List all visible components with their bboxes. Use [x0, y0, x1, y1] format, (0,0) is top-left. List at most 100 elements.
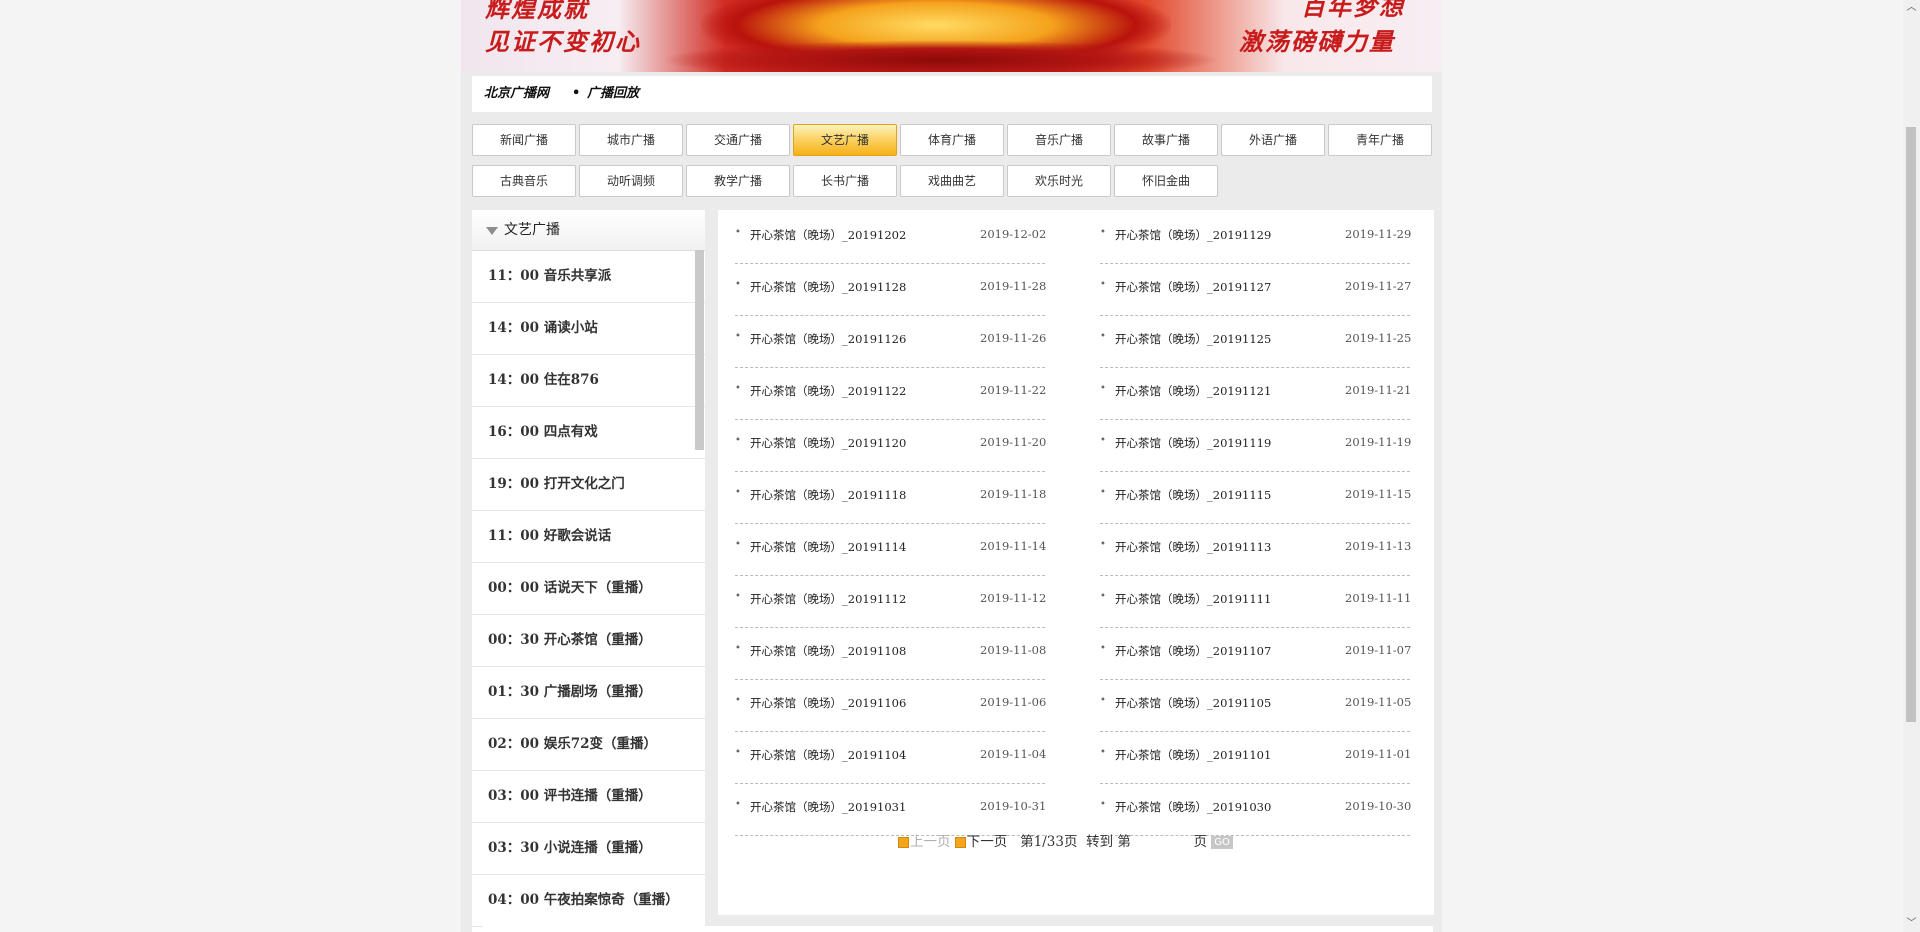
- tab-8[interactable]: 外语广播: [1221, 124, 1325, 156]
- recording-item[interactable]: • 开心茶馆（晚场）_20191202 2019-12-02: [735, 212, 1055, 264]
- breadcrumb: 北京广播网 • 广播回放: [472, 76, 1432, 112]
- scroll-up-icon[interactable]: ︿: [1906, 2, 1917, 14]
- tab-10[interactable]: 古典音乐: [472, 165, 576, 197]
- go-button[interactable]: GO: [1211, 836, 1233, 849]
- schedule-item[interactable]: 16：00 四点有戏: [472, 407, 705, 459]
- schedule-item[interactable]: 11：00 好歌会说话: [472, 511, 705, 563]
- tab-5[interactable]: 体育广播: [900, 124, 1004, 156]
- recording-item[interactable]: • 开心茶馆（晚场）_20191129 2019-11-29: [1100, 212, 1420, 264]
- page-scrollbar[interactable]: ︿ ﹀: [1903, 0, 1920, 932]
- recording-title[interactable]: 开心茶馆（晚场）_20191118: [750, 487, 906, 503]
- schedule-item[interactable]: 03：00 评书连播（重播）: [472, 771, 705, 823]
- schedule-item[interactable]: 04：00 午夜拍案惊奇（重播）: [472, 875, 705, 927]
- schedule-header[interactable]: 文艺广播: [472, 210, 705, 251]
- recording-title[interactable]: 开心茶馆（晚场）_20191108: [750, 643, 906, 659]
- schedule-item[interactable]: 00：00 话说天下（重播）: [472, 563, 705, 615]
- tab-13[interactable]: 长书广播: [793, 165, 897, 197]
- bullet-icon: •: [1100, 695, 1106, 706]
- recording-item[interactable]: • 开心茶馆（晚场）_20191106 2019-11-06: [735, 680, 1055, 732]
- recording-item[interactable]: • 开心茶馆（晚场）_20191112 2019-11-12: [735, 576, 1055, 628]
- recording-title[interactable]: 开心茶馆（晚场）_20191122: [750, 383, 906, 399]
- recording-title[interactable]: 开心茶馆（晚场）_20191112: [750, 591, 906, 607]
- recording-item[interactable]: • 开心茶馆（晚场）_20191114 2019-11-14: [735, 524, 1055, 576]
- tab-12[interactable]: 教学广播: [686, 165, 790, 197]
- schedule-item[interactable]: 14：00 诵读小站: [472, 303, 705, 355]
- prev-page-link[interactable]: 上一页: [910, 834, 951, 850]
- recording-item[interactable]: • 开心茶馆（晚场）_20191122 2019-11-22: [735, 368, 1055, 420]
- next-page-link[interactable]: 下一页: [967, 834, 1008, 850]
- recording-title[interactable]: 开心茶馆（晚场）_20191107: [1115, 643, 1271, 659]
- pagination: 上一页 下一页 第1/33页 转到 第 页 GO: [898, 830, 1233, 851]
- tab-4[interactable]: 文艺广播: [793, 124, 897, 156]
- bullet-icon: •: [735, 383, 741, 394]
- tab-3[interactable]: 交通广播: [686, 124, 790, 156]
- tab-6[interactable]: 音乐广播: [1007, 124, 1111, 156]
- recording-title[interactable]: 开心茶馆（晚场）_20191128: [750, 279, 906, 295]
- schedule-item[interactable]: 00：30 开心茶馆（重播）: [472, 615, 705, 667]
- recording-item[interactable]: • 开心茶馆（晚场）_20191118 2019-11-18: [735, 472, 1055, 524]
- recording-title[interactable]: 开心茶馆（晚场）_20191106: [750, 695, 906, 711]
- recording-item[interactable]: • 开心茶馆（晚场）_20191126 2019-11-26: [735, 316, 1055, 368]
- recording-title[interactable]: 开心茶馆（晚场）_20191202: [750, 227, 906, 243]
- recording-date: 2019-11-15: [1345, 487, 1412, 501]
- tab-1[interactable]: 新闻广播: [472, 124, 576, 156]
- recording-title[interactable]: 开心茶馆（晚场）_20191125: [1115, 331, 1271, 347]
- recording-item[interactable]: • 开心茶馆（晚场）_20191128 2019-11-28: [735, 264, 1055, 316]
- recording-title[interactable]: 开心茶馆（晚场）_20191120: [750, 435, 906, 451]
- page-number-input[interactable]: [1135, 834, 1190, 851]
- banner-slogan-right-2: 激荡磅礴力量: [1239, 27, 1395, 56]
- recording-item[interactable]: • 开心茶馆（晚场）_20191115 2019-11-15: [1100, 472, 1420, 524]
- goto-label: 转到 第: [1086, 834, 1131, 850]
- recording-item[interactable]: • 开心茶馆（晚场）_20191119 2019-11-19: [1100, 420, 1420, 472]
- recording-date: 2019-11-20: [980, 435, 1047, 449]
- recording-item[interactable]: • 开心茶馆（晚场）_20191107 2019-11-07: [1100, 628, 1420, 680]
- recording-title[interactable]: 开心茶馆（晚场）_20191114: [750, 539, 906, 555]
- breadcrumb-home-link[interactable]: 北京广播网: [484, 76, 549, 112]
- recording-item[interactable]: • 开心茶馆（晚场）_20191121 2019-11-21: [1100, 368, 1420, 420]
- recording-item[interactable]: • 开心茶馆（晚场）_20191120 2019-11-20: [735, 420, 1055, 472]
- scroll-down-icon[interactable]: ﹀: [1906, 918, 1917, 930]
- collapse-triangle-icon: [486, 227, 498, 235]
- banner-slogan-left-1: 辉煌成就: [485, 0, 589, 23]
- tab-16[interactable]: 怀旧金曲: [1114, 165, 1218, 197]
- recording-title[interactable]: 开心茶馆（晚场）_20191113: [1115, 539, 1271, 555]
- recording-title[interactable]: 开心茶馆（晚场）_20191105: [1115, 695, 1271, 711]
- schedule-item[interactable]: 03：30 小说连播（重播）: [472, 823, 705, 875]
- tab-7[interactable]: 故事广播: [1114, 124, 1218, 156]
- recording-title[interactable]: 开心茶馆（晚场）_20191104: [750, 747, 906, 763]
- recording-title[interactable]: 开心茶馆（晚场）_20191115: [1115, 487, 1271, 503]
- recording-title[interactable]: 开心茶馆（晚场）_20191121: [1115, 383, 1271, 399]
- recording-title[interactable]: 开心茶馆（晚场）_20191119: [1115, 435, 1271, 451]
- bullet-icon: •: [1100, 539, 1106, 550]
- recording-item[interactable]: • 开心茶馆（晚场）_20191101 2019-11-01: [1100, 732, 1420, 784]
- recording-item[interactable]: • 开心茶馆（晚场）_20191125 2019-11-25: [1100, 316, 1420, 368]
- schedule-item[interactable]: 02：00 娱乐72变（重播）: [472, 719, 705, 771]
- schedule-item[interactable]: 11：00 音乐共享派: [472, 251, 705, 303]
- recording-item[interactable]: • 开心茶馆（晚场）_20191108 2019-11-08: [735, 628, 1055, 680]
- tab-11[interactable]: 动听调频: [579, 165, 683, 197]
- recording-item[interactable]: • 开心茶馆（晚场）_20191030 2019-10-30: [1100, 784, 1420, 836]
- tab-15[interactable]: 欢乐时光: [1007, 165, 1111, 197]
- recording-title[interactable]: 开心茶馆（晚场）_20191031: [750, 799, 906, 815]
- tab-14[interactable]: 戏曲曲艺: [900, 165, 1004, 197]
- schedule-item[interactable]: 01：30 广播剧场（重播）: [472, 667, 705, 719]
- recording-item[interactable]: • 开心茶馆（晚场）_20191127 2019-11-27: [1100, 264, 1420, 316]
- schedule-item[interactable]: 19：00 打开文化之门: [472, 459, 705, 511]
- recording-item[interactable]: • 开心茶馆（晚场）_20191031 2019-10-31: [735, 784, 1055, 836]
- recording-date: 2019-11-07: [1345, 643, 1412, 657]
- page-scroll-thumb[interactable]: [1906, 127, 1916, 722]
- tab-2[interactable]: 城市广播: [579, 124, 683, 156]
- recording-title[interactable]: 开心茶馆（晚场）_20191127: [1115, 279, 1271, 295]
- recording-item[interactable]: • 开心茶馆（晚场）_20191111 2019-11-11: [1100, 576, 1420, 628]
- recording-title[interactable]: 开心茶馆（晚场）_20191030: [1115, 799, 1271, 815]
- recording-item[interactable]: • 开心茶馆（晚场）_20191113 2019-11-13: [1100, 524, 1420, 576]
- schedule-item[interactable]: 14：00 住在876: [472, 355, 705, 407]
- recording-item[interactable]: • 开心茶馆（晚场）_20191105 2019-11-05: [1100, 680, 1420, 732]
- schedule-scrollbar[interactable]: [695, 250, 704, 450]
- recording-title[interactable]: 开心茶馆（晚场）_20191129: [1115, 227, 1271, 243]
- tab-9[interactable]: 青年广播: [1328, 124, 1432, 156]
- recording-title[interactable]: 开心茶馆（晚场）_20191126: [750, 331, 906, 347]
- recording-item[interactable]: • 开心茶馆（晚场）_20191104 2019-11-04: [735, 732, 1055, 784]
- recording-title[interactable]: 开心茶馆（晚场）_20191111: [1115, 591, 1271, 607]
- recording-title[interactable]: 开心茶馆（晚场）_20191101: [1115, 747, 1271, 763]
